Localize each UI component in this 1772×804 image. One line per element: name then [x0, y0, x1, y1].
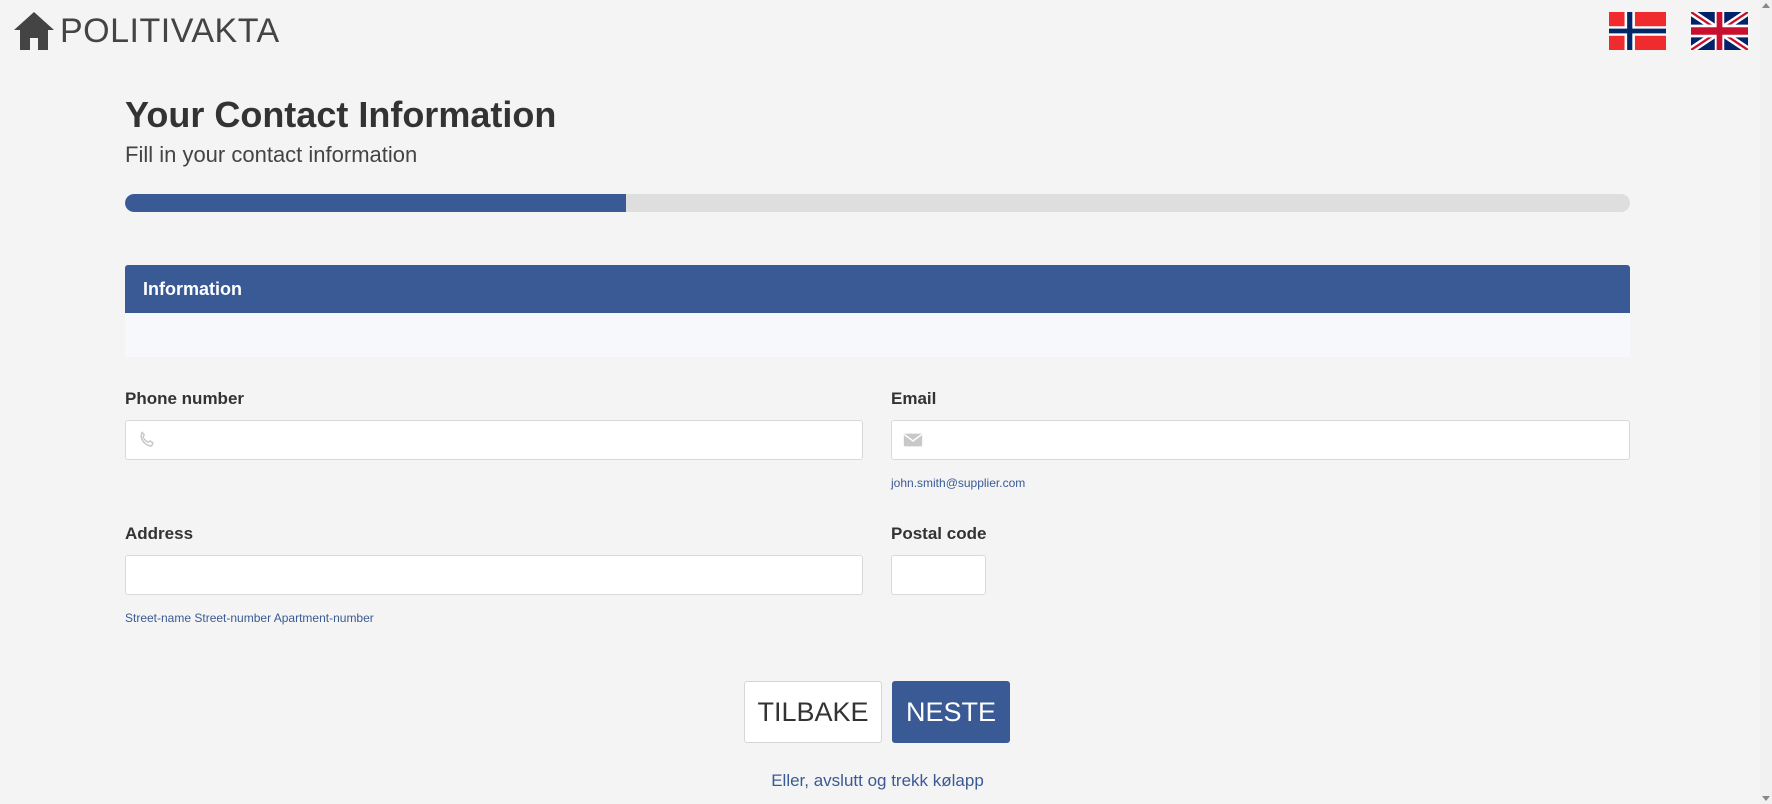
back-button[interactable]: TILBAKE [744, 681, 882, 743]
exit-and-take-ticket-link[interactable]: Eller, avslutt og trekk kølapp [771, 771, 984, 790]
phone-icon [140, 431, 154, 447]
email-field[interactable] [891, 420, 1630, 460]
page-subtitle: Fill in your contact information [125, 142, 418, 167]
address-input[interactable] [126, 556, 862, 594]
progress-bar-fill [125, 194, 627, 212]
page-scrollbar[interactable] [1760, 0, 1772, 804]
phone-number-input[interactable] [158, 421, 862, 459]
exit-link-row: Eller, avslutt og trekk kølapp [125, 771, 1630, 791]
top-bar: POLITIVAKTA [0, 0, 1772, 64]
address-label: Address [125, 524, 194, 543]
email-label: Email [891, 389, 937, 408]
brand-name: POLITIVAKTA [60, 12, 280, 50]
address-field[interactable] [125, 555, 863, 595]
uk-flag-icon [1691, 12, 1748, 50]
language-english-button[interactable] [1691, 12, 1748, 50]
email-input[interactable] [924, 421, 1629, 459]
email-help-text: john.smith@supplier.com [891, 476, 1026, 490]
postal-code-label: Postal code [891, 524, 987, 543]
progress-bar [125, 194, 1630, 212]
information-panel-header: Information [125, 265, 1630, 313]
scroll-up-icon[interactable] [1762, 3, 1770, 8]
next-button[interactable]: NESTE [892, 681, 1010, 743]
phone-number-field[interactable] [125, 420, 863, 460]
postal-code-field[interactable] [891, 555, 1109, 595]
address-help-text: Street-name Street-number Apartment-numb… [125, 611, 374, 625]
page-title: Your Contact Information [125, 94, 557, 135]
postal-code-input[interactable] [892, 556, 1109, 594]
language-norwegian-button[interactable] [1609, 12, 1666, 50]
home-icon [14, 12, 54, 50]
phone-number-label: Phone number [125, 389, 245, 408]
information-panel-body [125, 313, 1630, 357]
norway-flag-icon [1609, 12, 1666, 50]
home-link[interactable]: POLITIVAKTA [12, 8, 280, 54]
scroll-down-icon[interactable] [1762, 796, 1770, 801]
information-panel: Information [125, 265, 1630, 357]
envelope-icon [903, 433, 923, 447]
